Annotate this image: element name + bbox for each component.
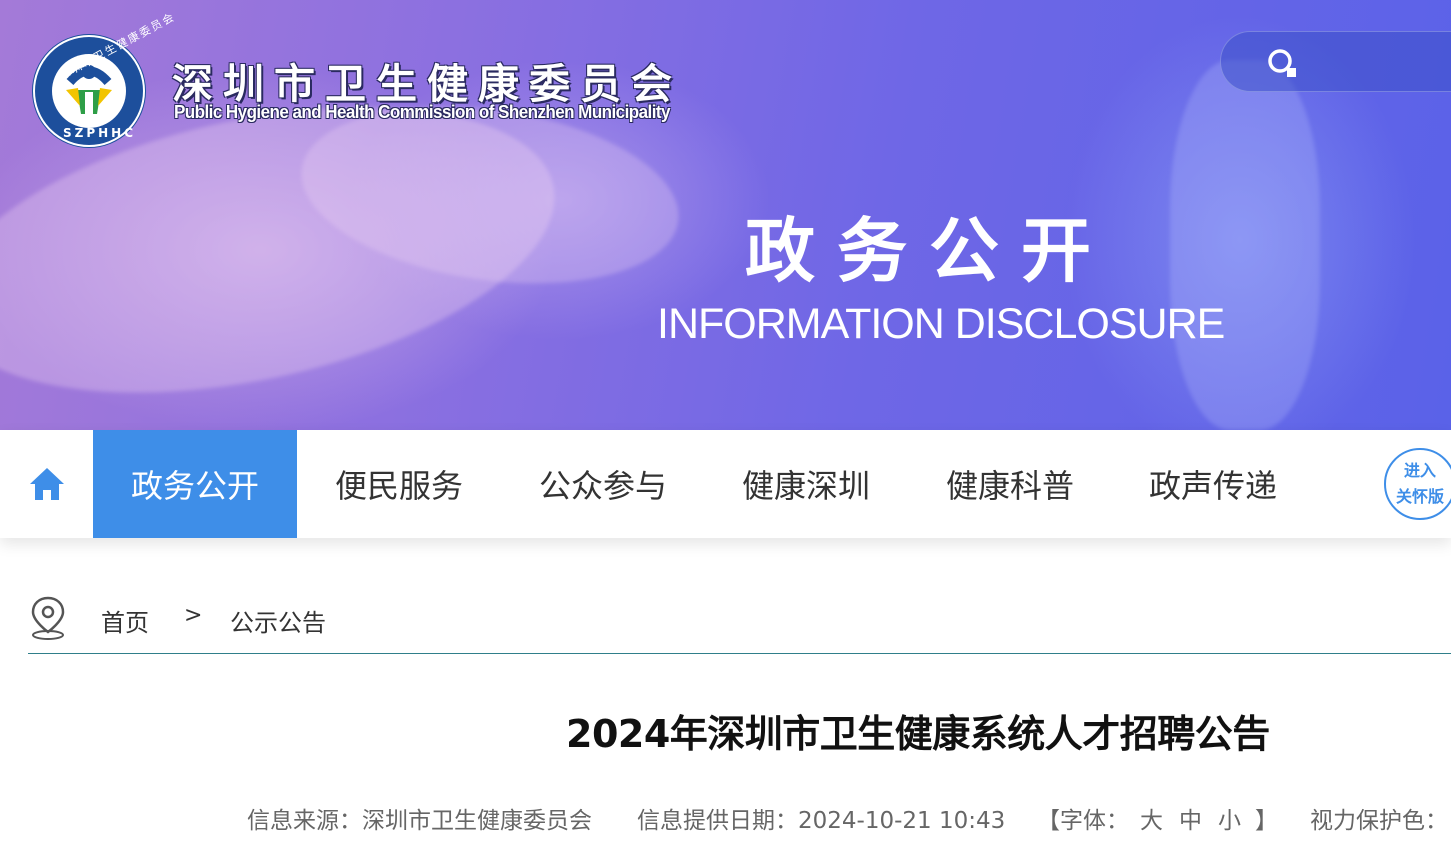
nav-item-citizen-services[interactable]: 便民服务: [297, 430, 501, 538]
org-name-en: Public Hygiene and Health Commission of …: [174, 101, 670, 122]
breadcrumb-divider: [28, 653, 1451, 654]
article-meta: 信息来源：深圳市卫生健康委员会 信息提供日期：2024-10-21 10:43 …: [247, 801, 1451, 837]
article-title: 2024年深圳市卫生健康系统人才招聘公告: [566, 712, 1270, 756]
breadcrumb: 首页 > 公示公告: [28, 595, 428, 641]
location-pin-icon: [31, 596, 65, 640]
info-source: 信息来源：深圳市卫生健康委员会: [247, 808, 592, 834]
search-button[interactable]: [1220, 31, 1451, 92]
eye-care-color-label: 视力保护色：: [1310, 808, 1448, 834]
font-size-large-button[interactable]: 大: [1140, 801, 1163, 835]
home-icon: [29, 468, 64, 500]
nav-item-policy-voice[interactable]: 政声传递: [1111, 430, 1315, 538]
banner-subtitle: INFORMATION DISCLOSURE: [657, 300, 1225, 348]
commission-logo[interactable]: [30, 32, 148, 150]
breadcrumb-current[interactable]: 公示公告: [230, 603, 326, 638]
nav-item-government-affairs[interactable]: 政务公开: [93, 430, 297, 538]
main-nav: 政务公开 便民服务 公众参与 健康深圳 健康科普 政声传递 进入 关怀版: [0, 430, 1451, 538]
banner-title: 政务公开: [745, 209, 1113, 292]
breadcrumb-separator: >: [184, 603, 203, 628]
font-size-label-open: 【字体：: [1037, 808, 1129, 834]
care-mode-line1: 进入: [1403, 461, 1436, 480]
nav-item-health-science[interactable]: 健康科普: [908, 430, 1112, 538]
publish-date: 信息提供日期：2024-10-21 10:43: [637, 808, 1006, 834]
care-mode-button[interactable]: 进入 关怀版: [1384, 448, 1451, 520]
font-size-small-button[interactable]: 小: [1218, 801, 1241, 835]
search-icon: [1268, 49, 1296, 77]
nav-item-public-participation[interactable]: 公众参与: [501, 430, 705, 538]
care-mode-line2: 关怀版: [1395, 487, 1444, 506]
breadcrumb-home-link[interactable]: 首页: [101, 603, 149, 638]
banner-background-decoration: [1170, 60, 1320, 430]
home-button[interactable]: [0, 430, 93, 538]
font-size-label-close: 】: [1255, 808, 1278, 834]
font-size-medium-button[interactable]: 中: [1179, 801, 1202, 835]
header-banner: 深圳市卫生健康委员会 SZPHHC 深圳市卫生健康委员会 Public Hygi…: [0, 0, 1451, 430]
nav-item-healthy-shenzhen[interactable]: 健康深圳: [704, 430, 908, 538]
